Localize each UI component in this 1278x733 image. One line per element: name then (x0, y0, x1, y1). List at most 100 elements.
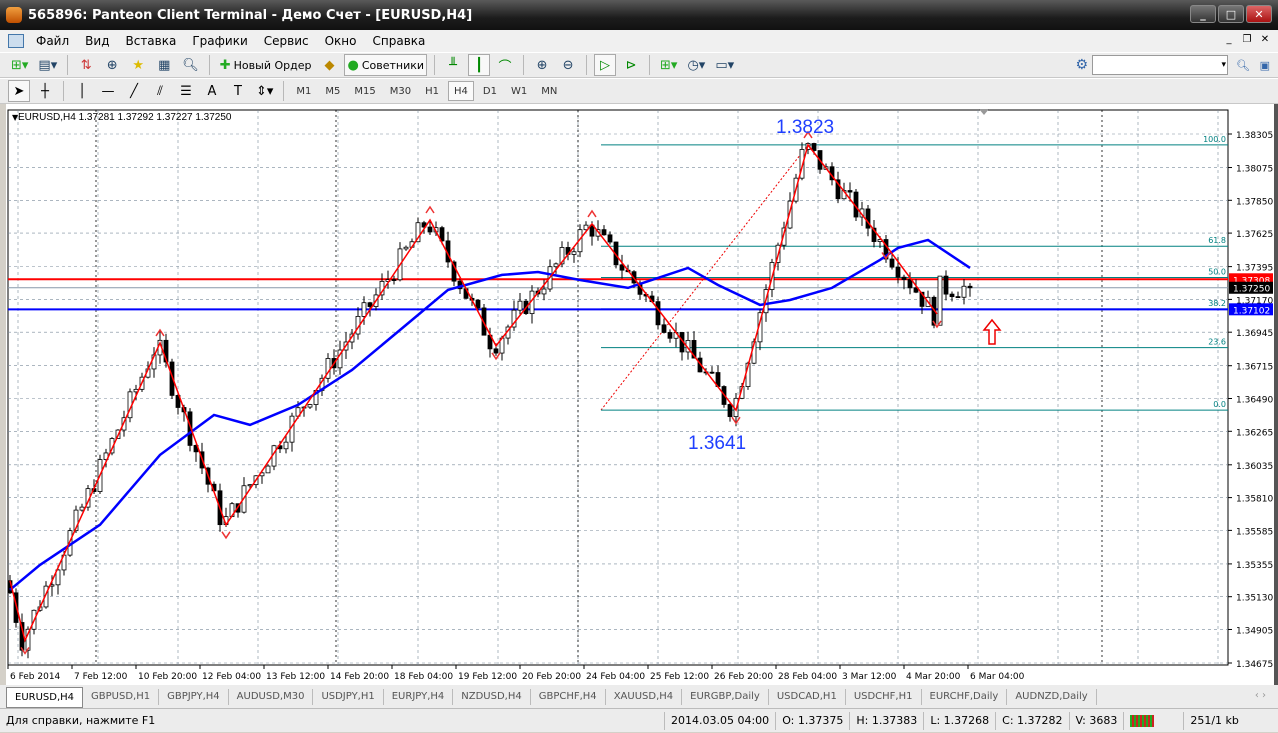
line-chart-icon[interactable]: ⌒ (494, 54, 516, 76)
zoom-in-icon[interactable]: ⊕ (531, 54, 553, 76)
search-dropdown-icon[interactable]: ▾ (1221, 60, 1226, 70)
help-icon[interactable]: ▣ (1260, 59, 1270, 72)
chart-tab[interactable]: XAUUSD,H4 (606, 688, 683, 705)
price-chart[interactable]: 100.0 61.8 50.0 38.2 23.6 0.0 1.38305 1.38075 1.… (0, 104, 1278, 685)
timeframe-m1[interactable]: M1 (291, 81, 316, 101)
trendline-icon[interactable]: ╱ (123, 80, 145, 102)
chart-shift-icon[interactable]: ⊳ (620, 54, 642, 76)
cursor-icon[interactable]: ➤ (8, 80, 30, 102)
minimize-button[interactable]: _ (1190, 5, 1216, 23)
chart-tab[interactable]: USDCHF,H1 (846, 688, 922, 705)
chart-tab[interactable]: EURCHF,Daily (922, 688, 1008, 705)
menu-help[interactable]: Справка (365, 34, 434, 48)
mdi-close-icon[interactable]: ✕ (1258, 33, 1272, 47)
candle-body (967, 285, 973, 289)
market-watch-icon[interactable]: ⇅ (75, 54, 97, 76)
experts-button[interactable]: ● Советники (344, 54, 428, 76)
candle-body (361, 302, 367, 317)
plot-area[interactable] (7, 109, 1229, 666)
fib-level-label: 50.0 (1208, 268, 1226, 277)
low-price-label: 1.3641 (688, 433, 746, 454)
chart-tab[interactable]: EURJPY,H4 (384, 688, 454, 705)
timeframe-d1[interactable]: D1 (478, 81, 502, 101)
y-tick-label: 1.34675 (1236, 660, 1273, 670)
y-tick-label: 1.36490 (1236, 395, 1273, 405)
candle-body (571, 251, 577, 255)
drawing-toolbar: ➤ ┼ │ — ╱ ⫽ ☰ A T ⇕▾ M1 M5 M15 M30 H1 H4… (0, 78, 1278, 104)
autoscroll-icon[interactable]: ▷ (594, 54, 617, 76)
timeframe-mn[interactable]: MN (536, 81, 562, 101)
equidistant-channel-icon[interactable]: ⫽ (149, 80, 171, 102)
timeframe-h1[interactable]: H1 (420, 81, 444, 101)
mdi-minimize-icon[interactable]: _ (1222, 33, 1236, 47)
text-label-icon[interactable]: T (227, 80, 249, 102)
chart-tab[interactable]: USDJPY,H1 (313, 688, 384, 705)
y-tick-label: 1.38075 (1236, 165, 1273, 175)
x-tick-label: 26 Feb 20:00 (714, 672, 773, 682)
chart-tab[interactable]: AUDNZD,Daily (1007, 688, 1097, 705)
timeframe-w1[interactable]: W1 (506, 81, 532, 101)
tester-icon[interactable]: 🔍︎ (179, 54, 202, 76)
indicators-button[interactable]: ⊞▾ (657, 54, 680, 76)
candle-body (493, 348, 499, 354)
timeframe-m5[interactable]: M5 (320, 81, 345, 101)
arrows-button[interactable]: ⇕▾ (253, 80, 276, 102)
candle-chart-icon[interactable]: ┃ (468, 54, 491, 76)
fib-level-label: 23.6 (1208, 338, 1226, 347)
chart-tab[interactable]: GBPJPY,H4 (159, 688, 229, 705)
profiles-button[interactable]: ▤▾ (35, 54, 60, 76)
chart-tab[interactable]: GBPUSD,H1 (83, 688, 160, 705)
chart-tab[interactable]: EURUSD,H4 (6, 687, 84, 708)
bar-chart-icon[interactable]: ╨ (442, 54, 464, 76)
tabs-scroll-icon[interactable]: ‹ › (1255, 690, 1266, 701)
maximize-button[interactable]: □ (1218, 5, 1244, 23)
chart-tabs: EURUSD,H4 GBPUSD,H1 GBPJPY,H4 AUDUSD,M30 USD… (0, 685, 1278, 708)
chart-tab[interactable]: GBPCHF,H4 (531, 688, 606, 705)
y-tick-label: 1.36035 (1236, 462, 1273, 472)
candle-body (889, 258, 895, 268)
chart-tab[interactable]: AUDUSD,M30 (229, 688, 314, 705)
fib-level-label: 100.0 (1203, 135, 1226, 144)
candle-body (283, 441, 289, 450)
menu-tools[interactable]: Сервис (256, 34, 317, 48)
menu-file[interactable]: Файл (28, 34, 77, 48)
candle-body (709, 371, 715, 374)
crosshair-icon[interactable]: ⊕ (101, 54, 123, 76)
x-tick-label: 4 Mar 20:00 (906, 672, 961, 682)
search-icon[interactable]: 🔍︎ (1236, 59, 1250, 72)
candle-body (943, 275, 949, 295)
candle-body (607, 234, 613, 243)
chart-tab[interactable]: EURGBP,Daily (682, 688, 769, 705)
templates-button[interactable]: ▭▾ (712, 54, 737, 76)
menu-view[interactable]: Вид (77, 34, 117, 48)
timeframe-m30[interactable]: M30 (385, 81, 416, 101)
fibonacci-icon[interactable]: ☰ (175, 80, 197, 102)
fib-level-label: 0.0 (1213, 400, 1226, 409)
mdi-restore-icon[interactable]: ❐ (1240, 33, 1254, 47)
timeframe-m15[interactable]: M15 (349, 81, 380, 101)
settings-gear-icon[interactable]: ⚙ (1075, 57, 1088, 73)
chart-tab[interactable]: NZDUSD,H4 (453, 688, 531, 705)
search-input[interactable] (1092, 55, 1228, 75)
vertical-line-icon[interactable]: │ (71, 80, 93, 102)
new-chart-button[interactable]: ⊞▾ (8, 54, 31, 76)
chart-tab[interactable]: USDCAD,H1 (769, 688, 846, 705)
new-order-button[interactable]: ✚ Новый Ордер (217, 54, 315, 76)
horizontal-line-icon[interactable]: — (97, 80, 119, 102)
zoom-out-icon[interactable]: ⊖ (557, 54, 579, 76)
menu-charts[interactable]: Графики (184, 34, 255, 48)
timeframe-h4[interactable]: H4 (448, 81, 474, 101)
text-icon[interactable]: A (201, 80, 223, 102)
close-button[interactable]: ✕ (1246, 5, 1272, 23)
crosshair-tool-icon[interactable]: ┼ (34, 80, 56, 102)
menu-insert[interactable]: Вставка (117, 34, 184, 48)
x-tick-label: 7 Feb 12:00 (74, 672, 128, 682)
periods-button[interactable]: ◷▾ (684, 54, 708, 76)
candle-body (427, 226, 433, 233)
chart-menu-arrow-icon[interactable]: ▼ (12, 113, 19, 122)
metaeditor-icon[interactable]: ◆ (318, 54, 340, 76)
terminal-icon[interactable]: ▦ (153, 54, 175, 76)
x-tick-label: 12 Feb 04:00 (202, 672, 261, 682)
navigator-icon[interactable]: ★ (127, 54, 149, 76)
menu-window[interactable]: Окно (317, 34, 365, 48)
